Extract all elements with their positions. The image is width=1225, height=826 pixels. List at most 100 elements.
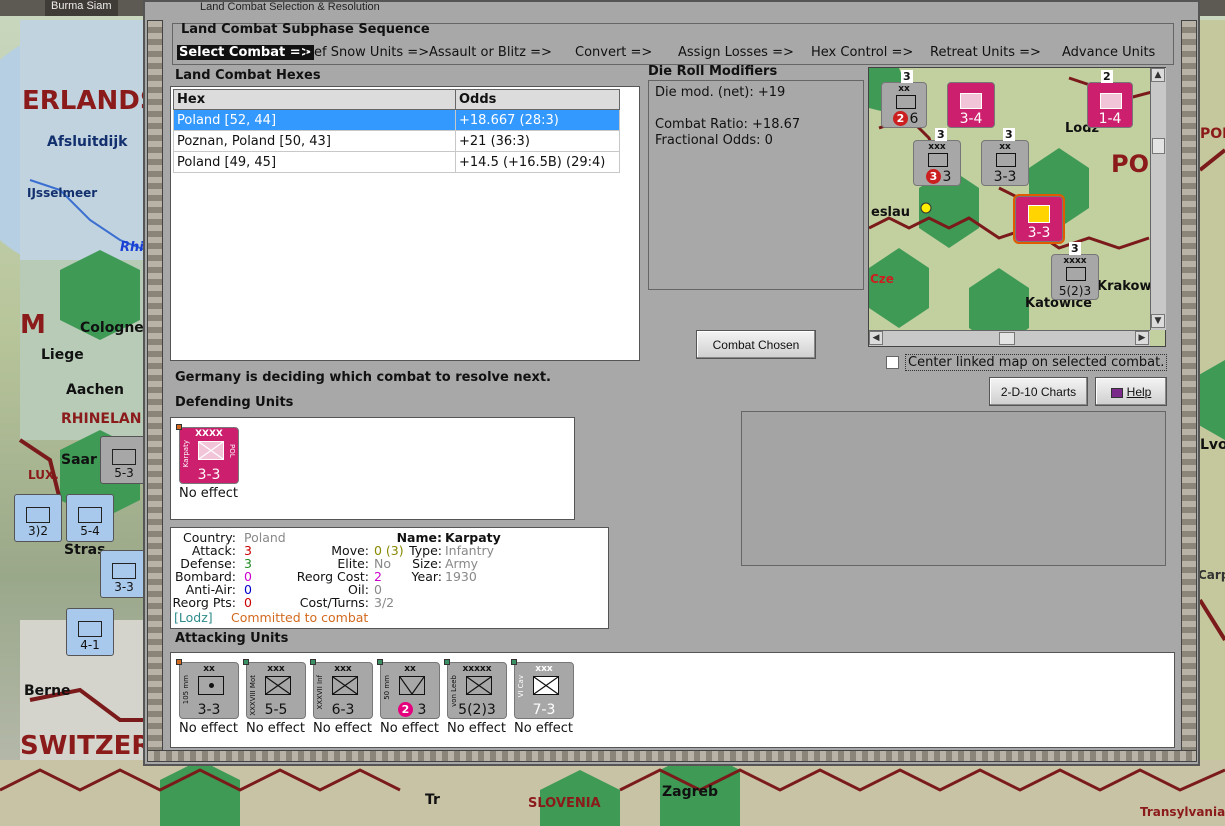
infantry-symbol-icon xyxy=(26,507,50,523)
scroll-right-icon[interactable]: ▶ xyxy=(1135,331,1149,345)
map-unit-value: 5-3 xyxy=(114,466,134,480)
map-unit-value: 3-3 xyxy=(114,580,134,594)
background-window-tab[interactable]: Burma Siam xyxy=(45,0,118,16)
unit-value: 1-4 xyxy=(1098,111,1122,127)
map-label-poland: POLA xyxy=(1200,126,1225,142)
unit-size-code: xx xyxy=(203,664,215,674)
attacking-unit-counter[interactable]: xx 50 mm 2 3 xyxy=(377,659,440,719)
help-book-icon xyxy=(1110,387,1123,398)
attacking-unit-effect: No effect xyxy=(313,721,373,736)
unit-value: 7-3 xyxy=(532,702,556,718)
die-roll-blank-line xyxy=(655,101,857,117)
stack-count: 3 xyxy=(1069,242,1081,255)
infantry-symbol-icon xyxy=(332,676,358,695)
unit-name-label: VI Cav xyxy=(517,675,525,698)
unit-value: 3-4 xyxy=(959,111,983,127)
map-label-aachen: Aachen xyxy=(66,382,125,398)
combat-ratio: Combat Ratio: +18.67 xyxy=(655,117,801,132)
cavalry-symbol-icon xyxy=(533,676,559,695)
odds-cell: +21 (36:3) xyxy=(455,130,620,152)
map-unit-counter[interactable]: 5-4 xyxy=(66,494,114,542)
unit-value: 6 xyxy=(909,111,919,127)
column-header-odds[interactable]: Odds xyxy=(455,89,620,110)
unit-size-code: xxxx xyxy=(1063,256,1087,266)
table-row[interactable]: Poland [52, 44] +18.667 (28:3) xyxy=(173,109,620,131)
cost-turns-label: Cost/Turns: xyxy=(299,595,369,610)
center-linked-map-checkbox[interactable] xyxy=(886,356,899,369)
charts-button[interactable]: 2-D-10 Charts xyxy=(989,377,1088,406)
map-unit-value: 5-4 xyxy=(80,524,100,538)
minimap-unit-counter[interactable]: xx 2 6 xyxy=(881,82,927,128)
map-label-lvov: Lvo xyxy=(1200,437,1225,453)
attacking-unit-counter[interactable]: xxx VI Cav 7-3 xyxy=(511,659,574,719)
minimap-unit-counter[interactable]: xx 3-3 xyxy=(981,140,1029,186)
table-row[interactable]: Poland [49, 45] +14.5 (+16.5B) (29:4) xyxy=(173,151,620,173)
combat-chosen-button[interactable]: Combat Chosen xyxy=(696,330,816,359)
center-linked-map-checkbox-row[interactable]: Center linked map on selected combat. xyxy=(886,354,1168,372)
map-unit-counter[interactable]: 5-3 xyxy=(100,436,148,484)
unit-status: Committed to combat xyxy=(231,610,369,625)
minimap-unit-counter[interactable]: xxx 3 3 xyxy=(913,140,961,186)
year-label: Year: xyxy=(411,569,442,584)
map-label-cologne: Cologne xyxy=(80,320,144,336)
hex-cell: Poznan, Poland [50, 43] xyxy=(173,130,456,152)
seq-step-hex-control: Hex Control => xyxy=(811,45,914,60)
attacking-unit-counter[interactable]: xxxxx von Leeb 5(2)3 xyxy=(444,659,507,719)
unit-value: 3 xyxy=(942,169,952,185)
attacking-unit-counter[interactable]: xxx XXXVII Inf 6-3 xyxy=(310,659,373,719)
scroll-up-icon[interactable]: ▲ xyxy=(1151,68,1165,82)
minimap-label-poland: PO xyxy=(1111,150,1149,178)
minimap-horizontal-scrollbar[interactable]: ◀ ▶ xyxy=(869,330,1150,346)
minimap-unit-counter[interactable]: xxxx 5(2)3 xyxy=(1051,254,1099,300)
unit-value: 3-3 xyxy=(993,169,1017,185)
vertical-scroll-thumb[interactable] xyxy=(1152,138,1165,154)
minimap-unit-counter[interactable]: 1-4 xyxy=(1087,82,1133,128)
unit-value: 5-5 xyxy=(264,702,288,718)
map-label-transylvania: Transylvania xyxy=(1140,805,1225,819)
map-unit-counter[interactable]: 4-1 xyxy=(66,608,114,656)
minimap-label-breslau: eslau xyxy=(871,205,911,220)
center-linked-map-label[interactable]: Center linked map on selected combat. xyxy=(905,354,1168,371)
attacking-unit-counter[interactable]: xx 105 mm 3-3 xyxy=(176,659,239,719)
unit-size-code: xxx xyxy=(267,664,285,674)
subphase-sequence-title: Land Combat Subphase Sequence xyxy=(181,22,430,37)
unit-value: 5(2)3 xyxy=(458,702,496,718)
seq-step-assign-losses: Assign Losses => xyxy=(678,45,794,60)
table-row[interactable]: Poznan, Poland [50, 43] +21 (36:3) xyxy=(173,130,620,152)
reorg-pts-label: Reorg Pts: xyxy=(172,595,236,610)
map-label-afsluitdijk: Afsluitdijk xyxy=(47,134,128,150)
map-unit-value: 4-1 xyxy=(80,638,100,652)
map-label-liege: Liege xyxy=(41,347,84,363)
attacking-units-box: xx 105 mm 3-3 No effect xxx XXXVIII Mot … xyxy=(170,652,1175,748)
help-button[interactable]: Help xyxy=(1095,377,1167,406)
defending-unit-counter[interactable]: XXXX Karpaty POL 3-3 xyxy=(176,424,239,484)
motorized-infantry-symbol-icon xyxy=(265,676,291,695)
land-combat-hexes-list[interactable]: Hex Odds Poland [52, 44] +18.667 (28:3) … xyxy=(170,86,640,361)
map-unit-counter[interactable]: 3-3 xyxy=(100,550,148,598)
horizontal-scroll-thumb[interactable] xyxy=(999,332,1015,345)
minimap-selected-combat-counter[interactable]: 3-3 xyxy=(1013,194,1065,244)
linked-combat-minimap[interactable]: Lodz PO eslau Krakow Katowice Cze xx 2 6… xyxy=(868,67,1166,347)
minimap-vertical-scrollbar[interactable]: ▲ ▼ xyxy=(1150,68,1166,330)
map-label-lux: LUX. xyxy=(28,468,59,482)
unit-symbol-icon xyxy=(896,95,916,109)
map-unit-counter[interactable]: 3)2 xyxy=(14,494,62,542)
infantry-symbol-icon xyxy=(198,441,224,460)
dialog-title: Land Combat Selection & Resolution xyxy=(200,1,380,13)
unit-value: 3-3 xyxy=(197,702,221,718)
attacking-unit-counter[interactable]: xxx XXXVIII Mot 5-5 xyxy=(243,659,306,719)
scroll-down-icon[interactable]: ▼ xyxy=(1151,314,1165,328)
scroll-left-icon[interactable]: ◀ xyxy=(869,331,883,345)
unit-symbol-icon xyxy=(996,153,1016,167)
map-label-saar: Saar xyxy=(61,452,97,468)
unit-location: [Lodz] xyxy=(174,610,213,625)
infantry-symbol-icon xyxy=(466,676,492,695)
minimap-unit-counter[interactable]: 3-4 xyxy=(947,82,995,128)
unit-size-code: xx xyxy=(999,142,1011,152)
column-header-hex[interactable]: Hex xyxy=(173,89,456,110)
unit-value: 6-3 xyxy=(331,702,355,718)
minimap-label-krakow: Krakow xyxy=(1097,279,1152,294)
year-value: 1930 xyxy=(445,569,477,584)
dialog-frame-left xyxy=(147,20,163,760)
seq-step-select-combat: Select Combat => xyxy=(177,45,314,60)
